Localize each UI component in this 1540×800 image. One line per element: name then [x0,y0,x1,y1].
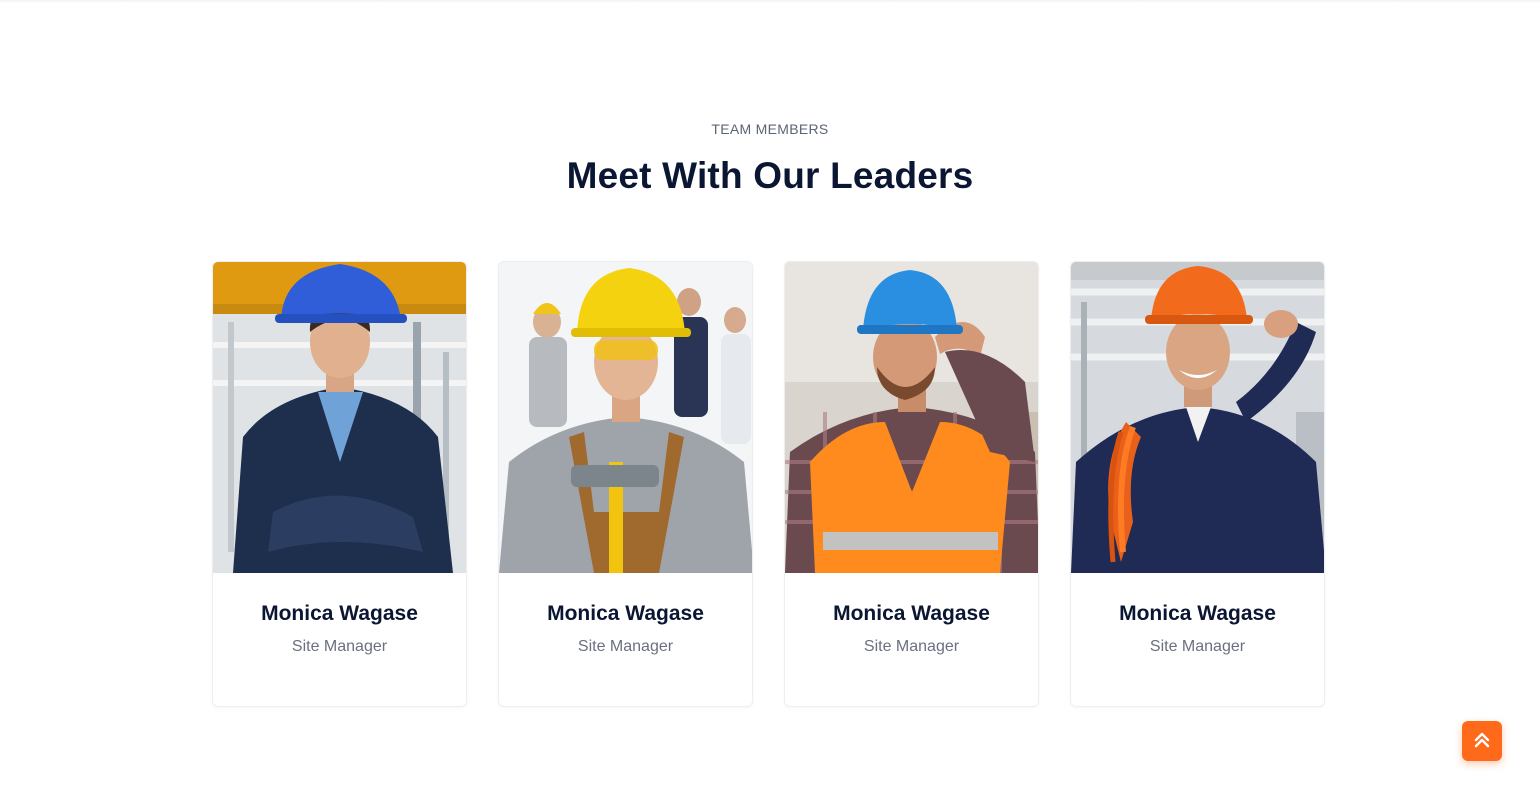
team-member-photo[interactable] [785,262,1038,573]
team-member-photo[interactable] [213,262,466,573]
member-role: Site Manager [577,638,674,655]
team-card[interactable]: Monica Wagase Site Manager [1070,261,1325,707]
member-role: Site Manager [1149,638,1246,655]
team-section: TEAM MEMBERS Meet With Our Leaders Monic… [0,0,1540,800]
section-title: Meet With Our Leaders [566,155,974,196]
team-member-photo[interactable] [499,262,752,573]
member-role: Site Manager [863,638,960,655]
member-name: Monica Wagase [833,602,990,625]
member-name: Monica Wagase [261,602,418,625]
team-card[interactable]: Monica Wagase Site Manager [498,261,753,707]
member-name: Monica Wagase [1119,602,1276,625]
member-role: Site Manager [291,638,388,655]
team-member-photo[interactable] [1071,262,1324,573]
team-cards: Monica Wagase Site Manager Monica Wagase… [212,261,1325,707]
scroll-to-top-button[interactable] [1462,721,1502,761]
member-name: Monica Wagase [547,602,704,625]
section-eyebrow: TEAM MEMBERS [711,121,829,137]
team-card[interactable]: Monica Wagase Site Manager [212,261,467,707]
double-chevron-up-icon [1472,730,1492,753]
team-card[interactable]: Monica Wagase Site Manager [784,261,1039,707]
